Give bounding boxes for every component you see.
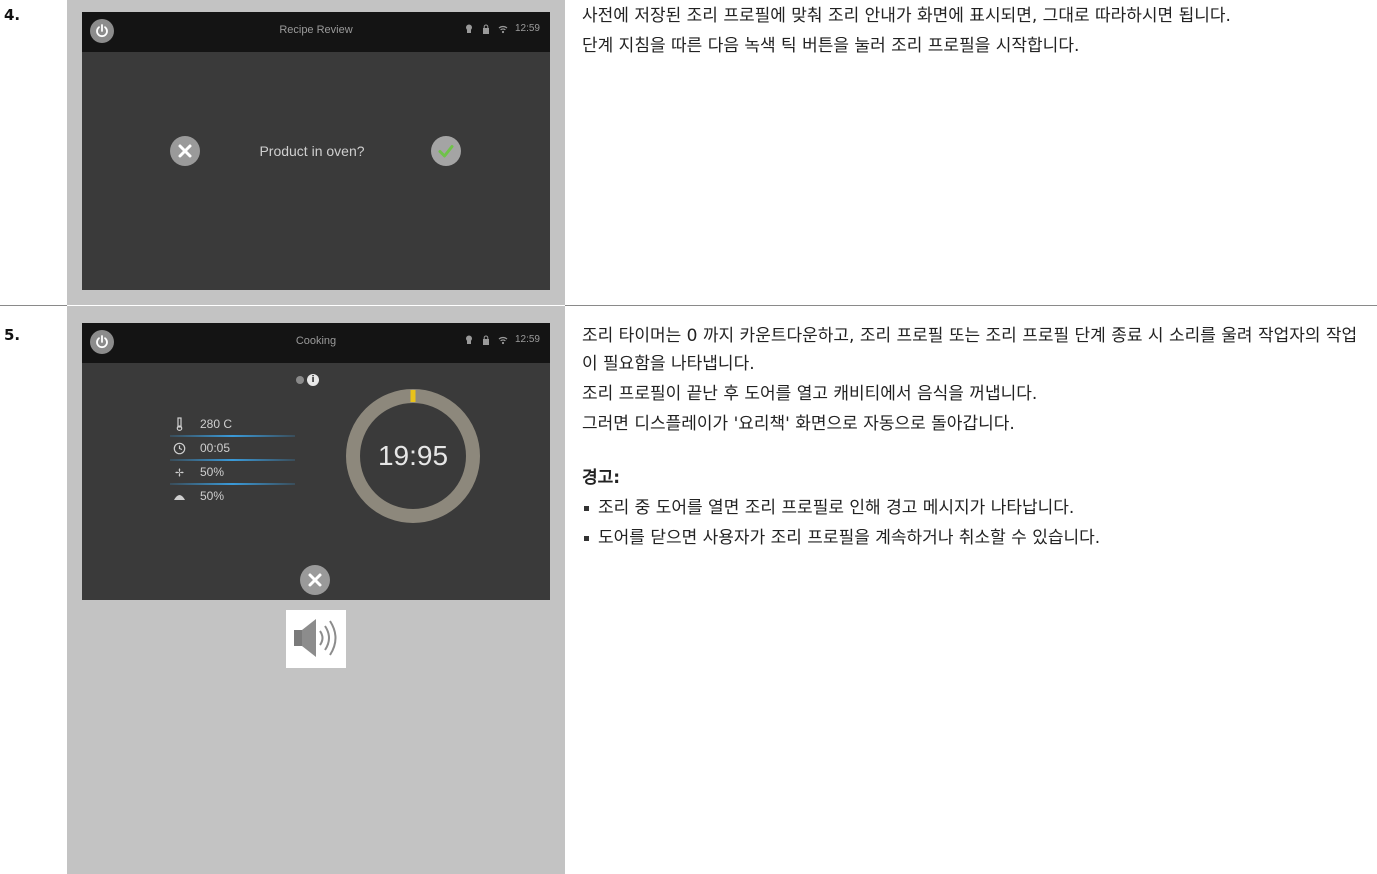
oven-screen-recipe-review: Recipe Review 12:59 Product in oven? — [82, 12, 550, 290]
thermometer-icon — [176, 417, 183, 431]
lock-icon — [482, 335, 489, 345]
chef-hat-icon — [465, 335, 472, 344]
param-underline — [170, 459, 295, 461]
param-underline — [170, 435, 295, 437]
warning-item: 도어를 닫으면 사용자가 조리 프로필을 계속하거나 취소할 수 있습니다. — [582, 524, 1372, 552]
step-4-text: 사전에 저장된 조리 프로필에 맞춰 조리 안내가 화면에 표시되면, 그대로 … — [582, 2, 1372, 62]
fan-icon — [175, 468, 184, 477]
step-number: 5. — [4, 326, 21, 344]
check-icon — [438, 145, 454, 158]
row-divider — [565, 305, 1377, 306]
wifi-icon — [498, 336, 508, 344]
paragraph: 조리 타이머는 0 까지 카운트다운하고, 조리 프로필 또는 조리 프로필 단… — [582, 326, 1358, 374]
info-dot-icon[interactable]: i — [307, 374, 319, 386]
timer-value: 19:95 — [377, 440, 449, 471]
warning-item: 조리 중 도어를 열면 조리 프로필로 인해 경고 메시지가 나타납니다. — [582, 494, 1372, 522]
param-row-time[interactable]: 00:05 — [170, 438, 295, 462]
steam-icon — [174, 495, 185, 500]
confirm-button[interactable] — [431, 136, 461, 166]
warning-title: 경고: — [582, 468, 621, 488]
cancel-button[interactable] — [170, 136, 200, 166]
screen-topbar: Recipe Review 12:59 — [82, 12, 550, 52]
step-number: 4. — [4, 6, 21, 24]
status-bar: 12:59 — [464, 334, 540, 345]
clock-time: 12:59 — [514, 334, 540, 345]
param-value: 00:05 — [200, 441, 231, 455]
clock-time: 12:59 — [514, 23, 540, 34]
paragraph: 조리 프로필이 끝난 후 도어를 열고 캐비티에서 음식을 꺼냅니다. — [582, 384, 1038, 404]
param-underline — [170, 483, 295, 485]
paragraph: 그러면 디스플레이가 '요리책' 화면으로 자동으로 돌아갑니다. — [582, 414, 1015, 434]
screen-topbar: Cooking 12:59 — [82, 323, 550, 363]
lock-icon — [482, 24, 489, 34]
cancel-button[interactable] — [300, 565, 330, 595]
wifi-icon — [498, 25, 508, 33]
row-divider — [0, 305, 67, 306]
param-value: 280 C — [200, 417, 233, 431]
param-row-temperature[interactable]: 280 C — [170, 414, 295, 438]
clock-icon — [173, 442, 186, 455]
chef-hat-icon — [465, 24, 472, 33]
confirm-prompt: Product in oven? — [259, 143, 365, 159]
param-row-humidity[interactable]: 50% — [170, 486, 270, 510]
paragraph: 사전에 저장된 조리 프로필에 맞춰 조리 안내가 화면에 표시되면, 그대로 … — [582, 6, 1231, 26]
oven-screen-cooking: Cooking 12:59 i 280 C 00:05 50% 50% 19:9… — [82, 323, 550, 600]
status-bar: 12:59 — [464, 23, 540, 34]
param-row-fan[interactable]: 50% — [170, 462, 295, 486]
close-icon — [308, 573, 322, 587]
page-dot[interactable] — [296, 376, 304, 384]
close-icon — [178, 144, 192, 158]
paragraph: 단계 지침을 따른 다음 녹색 틱 버튼을 눌러 조리 프로필을 시작합니다. — [582, 36, 1080, 56]
step-5-text: 조리 타이머는 0 까지 카운트다운하고, 조리 프로필 또는 조리 프로필 단… — [582, 322, 1372, 554]
param-value: 50% — [200, 465, 225, 479]
speaker-icon — [286, 610, 346, 668]
param-value: 50% — [200, 489, 225, 503]
cooking-params: 280 C 00:05 50% 50% — [170, 414, 295, 510]
